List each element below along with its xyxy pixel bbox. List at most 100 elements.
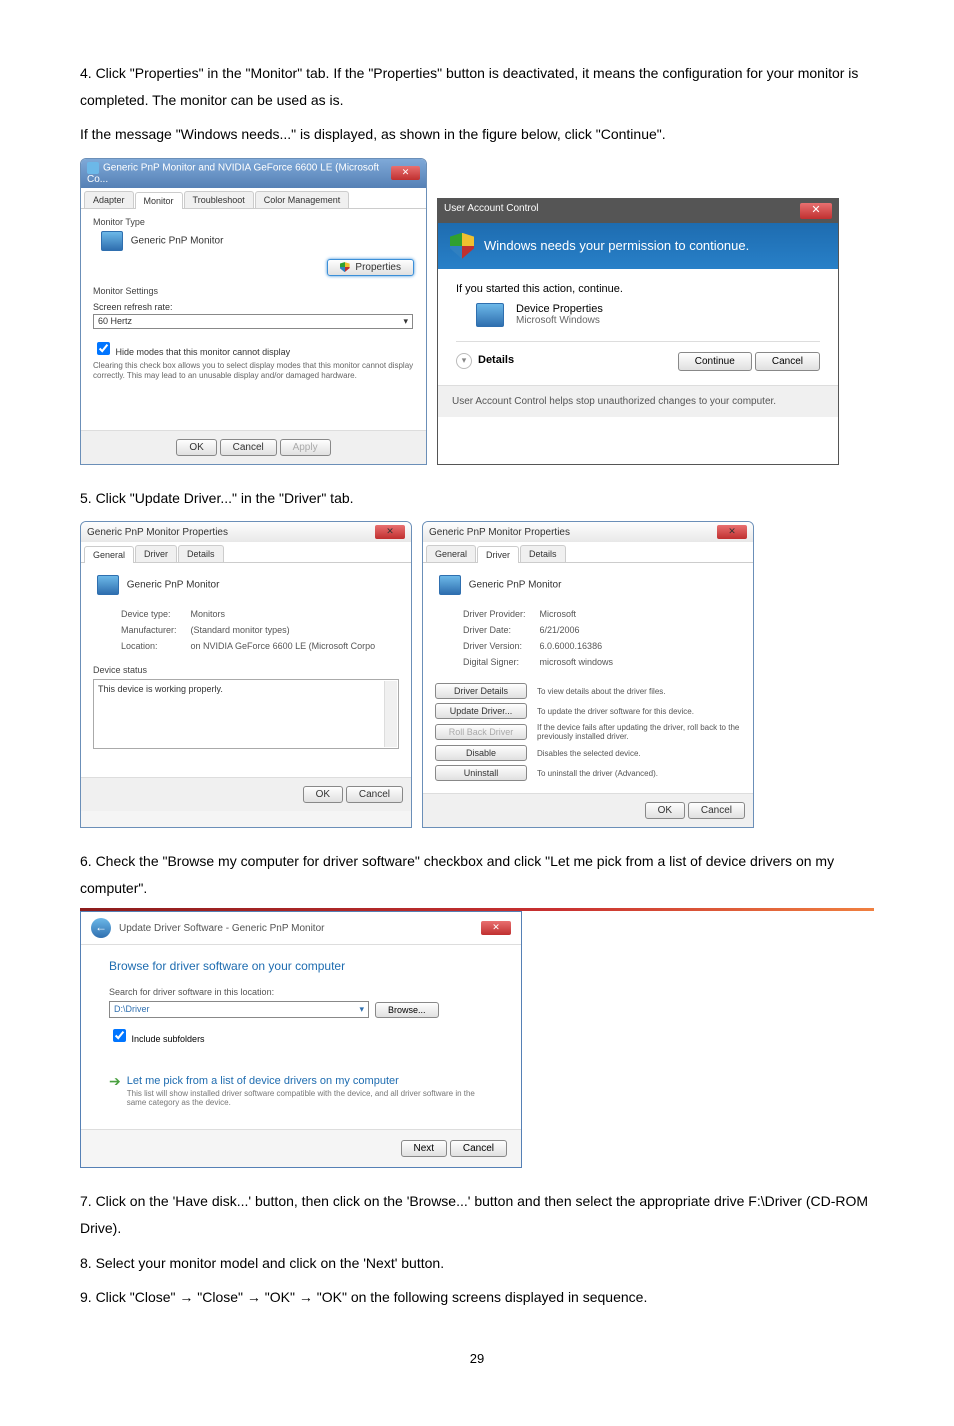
close-icon[interactable]: ✕ bbox=[481, 921, 511, 935]
tab-driver[interactable]: Driver bbox=[135, 545, 177, 562]
ok-button[interactable]: OK bbox=[645, 802, 685, 819]
monitor-name: Generic PnP Monitor bbox=[469, 580, 562, 591]
monitor-props-driver-dialog: Generic PnP Monitor Properties ✕ General… bbox=[422, 521, 754, 828]
monitor-icon bbox=[97, 575, 119, 595]
driver-details-desc: To view details about the driver files. bbox=[537, 687, 741, 696]
step-5-text: 5. Click "Update Driver..." in the "Driv… bbox=[80, 485, 874, 512]
tab-general[interactable]: General bbox=[426, 545, 476, 562]
device-type-value: Monitors bbox=[185, 607, 382, 621]
cancel-button[interactable]: Cancel bbox=[688, 802, 745, 819]
chevron-down-icon[interactable]: ▾ bbox=[456, 353, 472, 369]
step-9-text: 9. Click "Close" → "Close" → "OK" → "OK"… bbox=[80, 1284, 874, 1311]
tab-color-management[interactable]: Color Management bbox=[255, 191, 350, 208]
rollback-driver-button[interactable]: Roll Back Driver bbox=[435, 724, 527, 740]
device-type-label: Device type: bbox=[115, 607, 183, 621]
monitor-name: Generic PnP Monitor bbox=[127, 580, 220, 591]
driver-version-label: Driver Version: bbox=[457, 639, 532, 653]
page-number: 29 bbox=[80, 1351, 874, 1366]
tab-details[interactable]: Details bbox=[520, 545, 566, 562]
window-title: Generic PnP Monitor Properties bbox=[87, 527, 228, 538]
driver-provider-value: Microsoft bbox=[534, 607, 620, 621]
cancel-button[interactable]: Cancel bbox=[755, 352, 820, 371]
update-driver-button[interactable]: Update Driver... bbox=[435, 703, 527, 719]
ok-button[interactable]: OK bbox=[176, 439, 216, 456]
window-title: Generic PnP Monitor Properties bbox=[429, 527, 570, 538]
uninstall-desc: To uninstall the driver (Advanced). bbox=[537, 769, 741, 778]
shield-icon bbox=[450, 233, 474, 259]
include-subfolders-label: Include subfolders bbox=[132, 1034, 205, 1044]
uac-details-label[interactable]: Details bbox=[478, 354, 514, 366]
tab-details[interactable]: Details bbox=[178, 545, 224, 562]
close-icon[interactable]: ✕ bbox=[800, 203, 832, 219]
uac-title: User Account Control bbox=[444, 203, 539, 219]
digital-signer-value: microsoft windows bbox=[534, 655, 620, 669]
search-path-input[interactable]: D:\Driver ▾ bbox=[109, 1001, 369, 1018]
scrollbar[interactable] bbox=[384, 681, 397, 747]
include-subfolders-input[interactable] bbox=[113, 1029, 126, 1042]
include-subfolders-checkbox[interactable]: Include subfolders bbox=[109, 1026, 493, 1045]
driver-details-button[interactable]: Driver Details bbox=[435, 683, 527, 699]
step-7-text: 7. Click on the 'Have disk...' button, t… bbox=[80, 1188, 874, 1241]
device-icon bbox=[476, 303, 504, 327]
search-location-label: Search for driver software in this locat… bbox=[109, 987, 493, 997]
device-status-box: This device is working properly. bbox=[93, 679, 399, 749]
window-icon bbox=[87, 162, 99, 174]
hide-modes-help: Clearing this check box allows you to se… bbox=[93, 361, 414, 382]
browse-button[interactable]: Browse... bbox=[375, 1002, 439, 1018]
manufacturer-label: Manufacturer: bbox=[115, 623, 183, 637]
uac-microsoft-windows: Microsoft Windows bbox=[516, 315, 603, 326]
titlebar: Generic PnP Monitor Properties ✕ bbox=[81, 522, 411, 542]
properties-button[interactable]: Properties bbox=[327, 259, 414, 276]
manufacturer-value: (Standard monitor types) bbox=[185, 623, 382, 637]
tab-general[interactable]: General bbox=[84, 546, 134, 563]
arrow-icon: ➔ bbox=[109, 1075, 121, 1087]
step-6-text: 6. Check the "Browse my computer for dri… bbox=[80, 848, 874, 901]
monitor-settings-label: Monitor Settings bbox=[93, 286, 414, 296]
ok-button[interactable]: OK bbox=[303, 786, 343, 803]
chevron-down-icon: ▾ bbox=[359, 1004, 364, 1015]
driver-date-value: 6/21/2006 bbox=[534, 623, 620, 637]
wizard-titlebar: ← Update Driver Software - Generic PnP M… bbox=[81, 912, 521, 945]
continue-button[interactable]: Continue bbox=[678, 352, 752, 371]
hide-modes-checkbox[interactable]: Hide modes that this monitor cannot disp… bbox=[93, 339, 414, 358]
back-icon[interactable]: ← bbox=[91, 918, 111, 938]
monitor-icon bbox=[439, 575, 461, 595]
uninstall-button[interactable]: Uninstall bbox=[435, 765, 527, 781]
uac-banner-text: Windows needs your permission to contion… bbox=[484, 238, 749, 253]
titlebar: Generic PnP Monitor Properties ✕ bbox=[423, 522, 753, 542]
tab-adapter[interactable]: Adapter bbox=[84, 191, 134, 208]
driver-date-label: Driver Date: bbox=[457, 623, 532, 637]
tab-monitor[interactable]: Monitor bbox=[135, 192, 183, 209]
monitor-type-label: Monitor Type bbox=[93, 217, 414, 227]
tab-strip: Adapter Monitor Troubleshoot Color Manag… bbox=[81, 188, 426, 209]
titlebar: Generic PnP Monitor and NVIDIA GeForce 6… bbox=[81, 159, 426, 188]
next-button[interactable]: Next bbox=[401, 1140, 448, 1157]
refresh-rate-dropdown[interactable]: 60 Hertz ▾ bbox=[93, 314, 413, 329]
cancel-button[interactable]: Cancel bbox=[346, 786, 403, 803]
hide-modes-checkbox-input[interactable] bbox=[97, 342, 110, 355]
disable-button[interactable]: Disable bbox=[435, 745, 527, 761]
let-me-pick-help: This list will show installed driver sof… bbox=[127, 1089, 493, 1107]
refresh-rate-label: Screen refresh rate: bbox=[93, 302, 414, 312]
monitor-icon bbox=[101, 231, 123, 251]
uac-banner: Windows needs your permission to contion… bbox=[438, 223, 838, 269]
monitor-props-general-dialog: Generic PnP Monitor Properties ✕ General… bbox=[80, 521, 412, 828]
close-icon[interactable]: ✕ bbox=[375, 525, 405, 539]
uac-dialog: User Account Control ✕ Windows needs you… bbox=[437, 198, 839, 465]
refresh-rate-value: 60 Hertz bbox=[98, 316, 132, 327]
update-driver-desc: To update the driver software for this d… bbox=[537, 707, 741, 716]
cancel-button[interactable]: Cancel bbox=[220, 439, 277, 456]
update-driver-wizard: ← Update Driver Software - Generic PnP M… bbox=[80, 911, 522, 1168]
close-icon[interactable]: ✕ bbox=[391, 166, 420, 180]
digital-signer-label: Digital Signer: bbox=[457, 655, 532, 669]
uac-titlebar: User Account Control ✕ bbox=[438, 199, 838, 223]
tab-troubleshoot[interactable]: Troubleshoot bbox=[184, 191, 254, 208]
tab-driver[interactable]: Driver bbox=[477, 546, 519, 563]
let-me-pick-label: Let me pick from a list of device driver… bbox=[127, 1075, 493, 1087]
close-icon[interactable]: ✕ bbox=[717, 525, 747, 539]
cancel-button[interactable]: Cancel bbox=[450, 1140, 507, 1157]
disable-desc: Disables the selected device. bbox=[537, 749, 741, 758]
apply-button[interactable]: Apply bbox=[280, 439, 331, 456]
let-me-pick-option[interactable]: ➔ Let me pick from a list of device driv… bbox=[109, 1075, 493, 1107]
uac-footer-text: User Account Control helps stop unauthor… bbox=[438, 385, 838, 417]
